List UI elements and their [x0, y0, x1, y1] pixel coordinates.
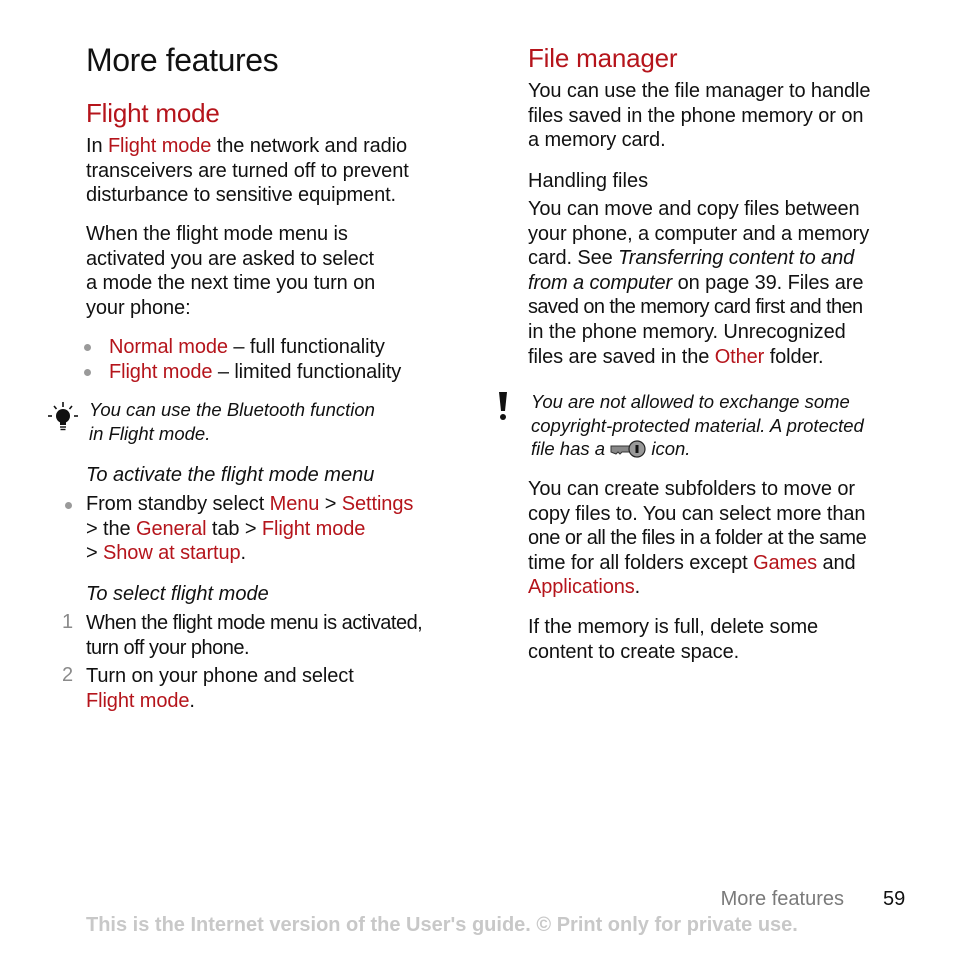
- text: turn off your phone.: [86, 636, 250, 659]
- text: .: [634, 576, 641, 599]
- text: files saved in the phone memory or on: [528, 104, 864, 127]
- text: icon.: [646, 438, 691, 459]
- text: transceivers are turned off to prevent: [86, 159, 409, 182]
- step-number: 2: [62, 664, 74, 686]
- transferring-reference[interactable]: from a computer: [528, 272, 672, 294]
- flight-mode-link[interactable]: Flight mode: [108, 135, 212, 157]
- flight-mode-link[interactable]: Flight mode: [109, 361, 213, 383]
- file-manager-heading: File manager: [528, 43, 678, 73]
- text: in the phone memory. Unrecognized: [528, 320, 846, 343]
- text: – full functionality: [227, 336, 385, 358]
- copyright-warning: You are not allowed to exchange some cop…: [531, 390, 864, 461]
- flight-mode-intro: In Flight mode the network and radio tra…: [86, 134, 409, 208]
- text: folder.: [764, 345, 824, 368]
- bullet-icon: [65, 502, 72, 509]
- text: You can move and copy files between: [528, 198, 860, 220]
- applications-link[interactable]: Applications: [528, 576, 635, 598]
- text: If the memory is full, delete some: [528, 616, 819, 638]
- text: Turn on your phone and select: [86, 665, 354, 687]
- text: – limited functionality: [212, 361, 402, 383]
- text: > the: [86, 517, 136, 540]
- text: saved on the memory card first and then: [528, 296, 863, 319]
- page-title: More features: [86, 42, 279, 78]
- memory-full-text: If the memory is full, delete some conte…: [528, 615, 818, 664]
- subfolders-text: You can create subfolders to move or cop…: [528, 477, 867, 600]
- text: content to create space.: [528, 640, 740, 663]
- text: disturbance to sensitive equipment.: [86, 184, 397, 207]
- flight-mode-para2: When the flight mode menu is activated y…: [86, 222, 375, 320]
- text: .: [240, 542, 247, 565]
- text: From standby select: [86, 493, 270, 515]
- text: You can use the Bluetooth function: [89, 399, 375, 420]
- bullet-icon: [84, 369, 91, 376]
- file-manager-intro: You can use the file manager to handle f…: [528, 79, 870, 153]
- general-link[interactable]: General: [136, 518, 207, 540]
- select-step-2: Turn on your phone and select Flight mod…: [86, 664, 354, 713]
- disclaimer: This is the Internet version of the User…: [86, 914, 798, 936]
- text: a mode the next time you turn on: [86, 272, 376, 295]
- bluetooth-tip: You can use the Bluetooth function in Fl…: [89, 398, 375, 445]
- page-number: 59: [883, 888, 906, 910]
- transferring-reference[interactable]: Transferring content to and: [618, 247, 854, 269]
- text: your phone:: [86, 296, 191, 319]
- handling-files-heading: Handling files: [528, 170, 649, 192]
- text: activated you are asked to select: [86, 247, 374, 270]
- text: a memory card.: [528, 129, 666, 152]
- text: In: [86, 135, 108, 157]
- text: When the flight mode menu is activated,: [86, 612, 423, 634]
- settings-link[interactable]: Settings: [342, 493, 414, 515]
- text: copy files to. You can select more than: [528, 502, 866, 525]
- text: your phone, a computer and a memory: [528, 222, 870, 245]
- text: and: [817, 551, 856, 574]
- text: file has a: [531, 438, 611, 459]
- flight-mode-link[interactable]: Flight mode: [262, 518, 366, 540]
- flight-mode-heading: Flight mode: [86, 98, 220, 128]
- text: files are saved in the: [528, 345, 715, 368]
- text: >: [86, 542, 104, 565]
- footer-section-title: More features: [720, 888, 844, 910]
- text: You can use the file manager to handle: [528, 80, 871, 102]
- text: one or all the files in a folder at the …: [528, 527, 867, 550]
- text: When the flight mode menu is: [86, 223, 348, 245]
- text: You are not allowed to exchange some: [531, 391, 850, 412]
- bullet-icon: [84, 344, 91, 351]
- normal-mode-link[interactable]: Normal mode: [109, 336, 228, 358]
- text: in Flight mode.: [89, 422, 211, 444]
- text: .: [189, 689, 195, 712]
- activate-step: From standby select Menu > Settings > th…: [86, 492, 413, 566]
- handling-files-text: You can move and copy files between your…: [528, 197, 869, 369]
- text: You can create subfolders to move or: [528, 478, 855, 500]
- select-step-1: When the flight mode menu is activated, …: [86, 611, 423, 660]
- flight-mode-link[interactable]: Flight mode: [86, 690, 190, 712]
- text: copyright-protected material. A protecte…: [531, 414, 864, 436]
- key-icon: [610, 440, 646, 458]
- list-item: Normal mode – full functionality: [109, 335, 385, 360]
- show-at-startup-link[interactable]: Show at startup: [103, 542, 241, 564]
- text: time for all folders except: [528, 551, 754, 574]
- games-link[interactable]: Games: [753, 552, 817, 574]
- list-item: Flight mode – limited functionality: [109, 360, 401, 385]
- text: on page 39. Files are: [672, 271, 864, 294]
- text: the network and radio: [211, 135, 408, 157]
- step-number: 1: [62, 611, 74, 633]
- menu-link[interactable]: Menu: [270, 493, 320, 515]
- text: tab >: [206, 517, 262, 540]
- select-procedure-title: To select flight mode: [86, 583, 269, 605]
- text: card. See: [528, 247, 619, 270]
- lightbulb-icon: [48, 402, 78, 431]
- other-folder-link[interactable]: Other: [715, 346, 765, 368]
- exclamation-icon: [499, 392, 507, 420]
- text: >: [319, 493, 342, 515]
- activate-procedure-title: To activate the flight mode menu: [86, 464, 375, 486]
